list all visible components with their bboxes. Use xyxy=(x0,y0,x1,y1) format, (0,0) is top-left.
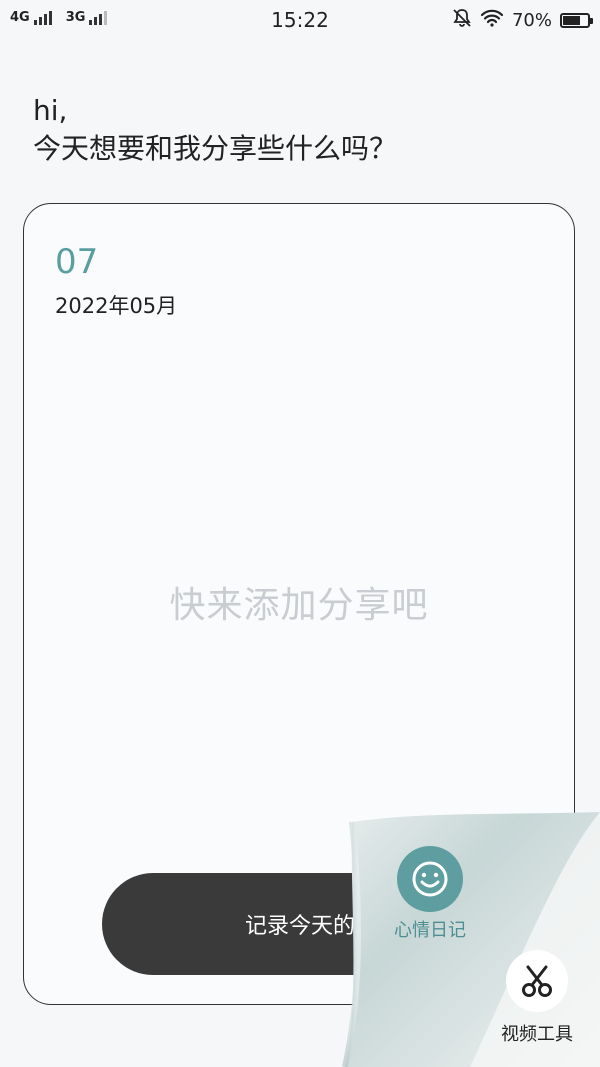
video-tools-label[interactable]: 视频工具 xyxy=(487,1020,587,1046)
greeting: hi, 今天想要和我分享些什么吗？ xyxy=(33,92,397,168)
greeting-question: 今天想要和我分享些什么吗？ xyxy=(33,132,398,165)
card-day: 07 xyxy=(55,242,99,282)
greeting-hi: hi, xyxy=(33,94,68,127)
wifi-icon xyxy=(480,9,504,32)
scissors-icon xyxy=(522,965,552,997)
battery-percent: 70% xyxy=(511,10,552,31)
mute-bell-icon xyxy=(452,8,472,33)
battery-icon xyxy=(560,13,593,28)
mood-diary-button[interactable] xyxy=(397,846,463,912)
video-tools-button[interactable] xyxy=(506,950,568,1012)
status-bar: 4G 3G 15:22 70% xyxy=(0,0,600,40)
card-year-month: 2022年05月 xyxy=(55,294,178,318)
mood-diary-label[interactable]: 心情日记 xyxy=(380,916,480,942)
empty-state-text: 快来添加分享吧 xyxy=(169,585,429,626)
battery-fill xyxy=(563,16,580,25)
status-icons: 70% xyxy=(452,8,593,33)
smiley-icon xyxy=(412,861,448,897)
